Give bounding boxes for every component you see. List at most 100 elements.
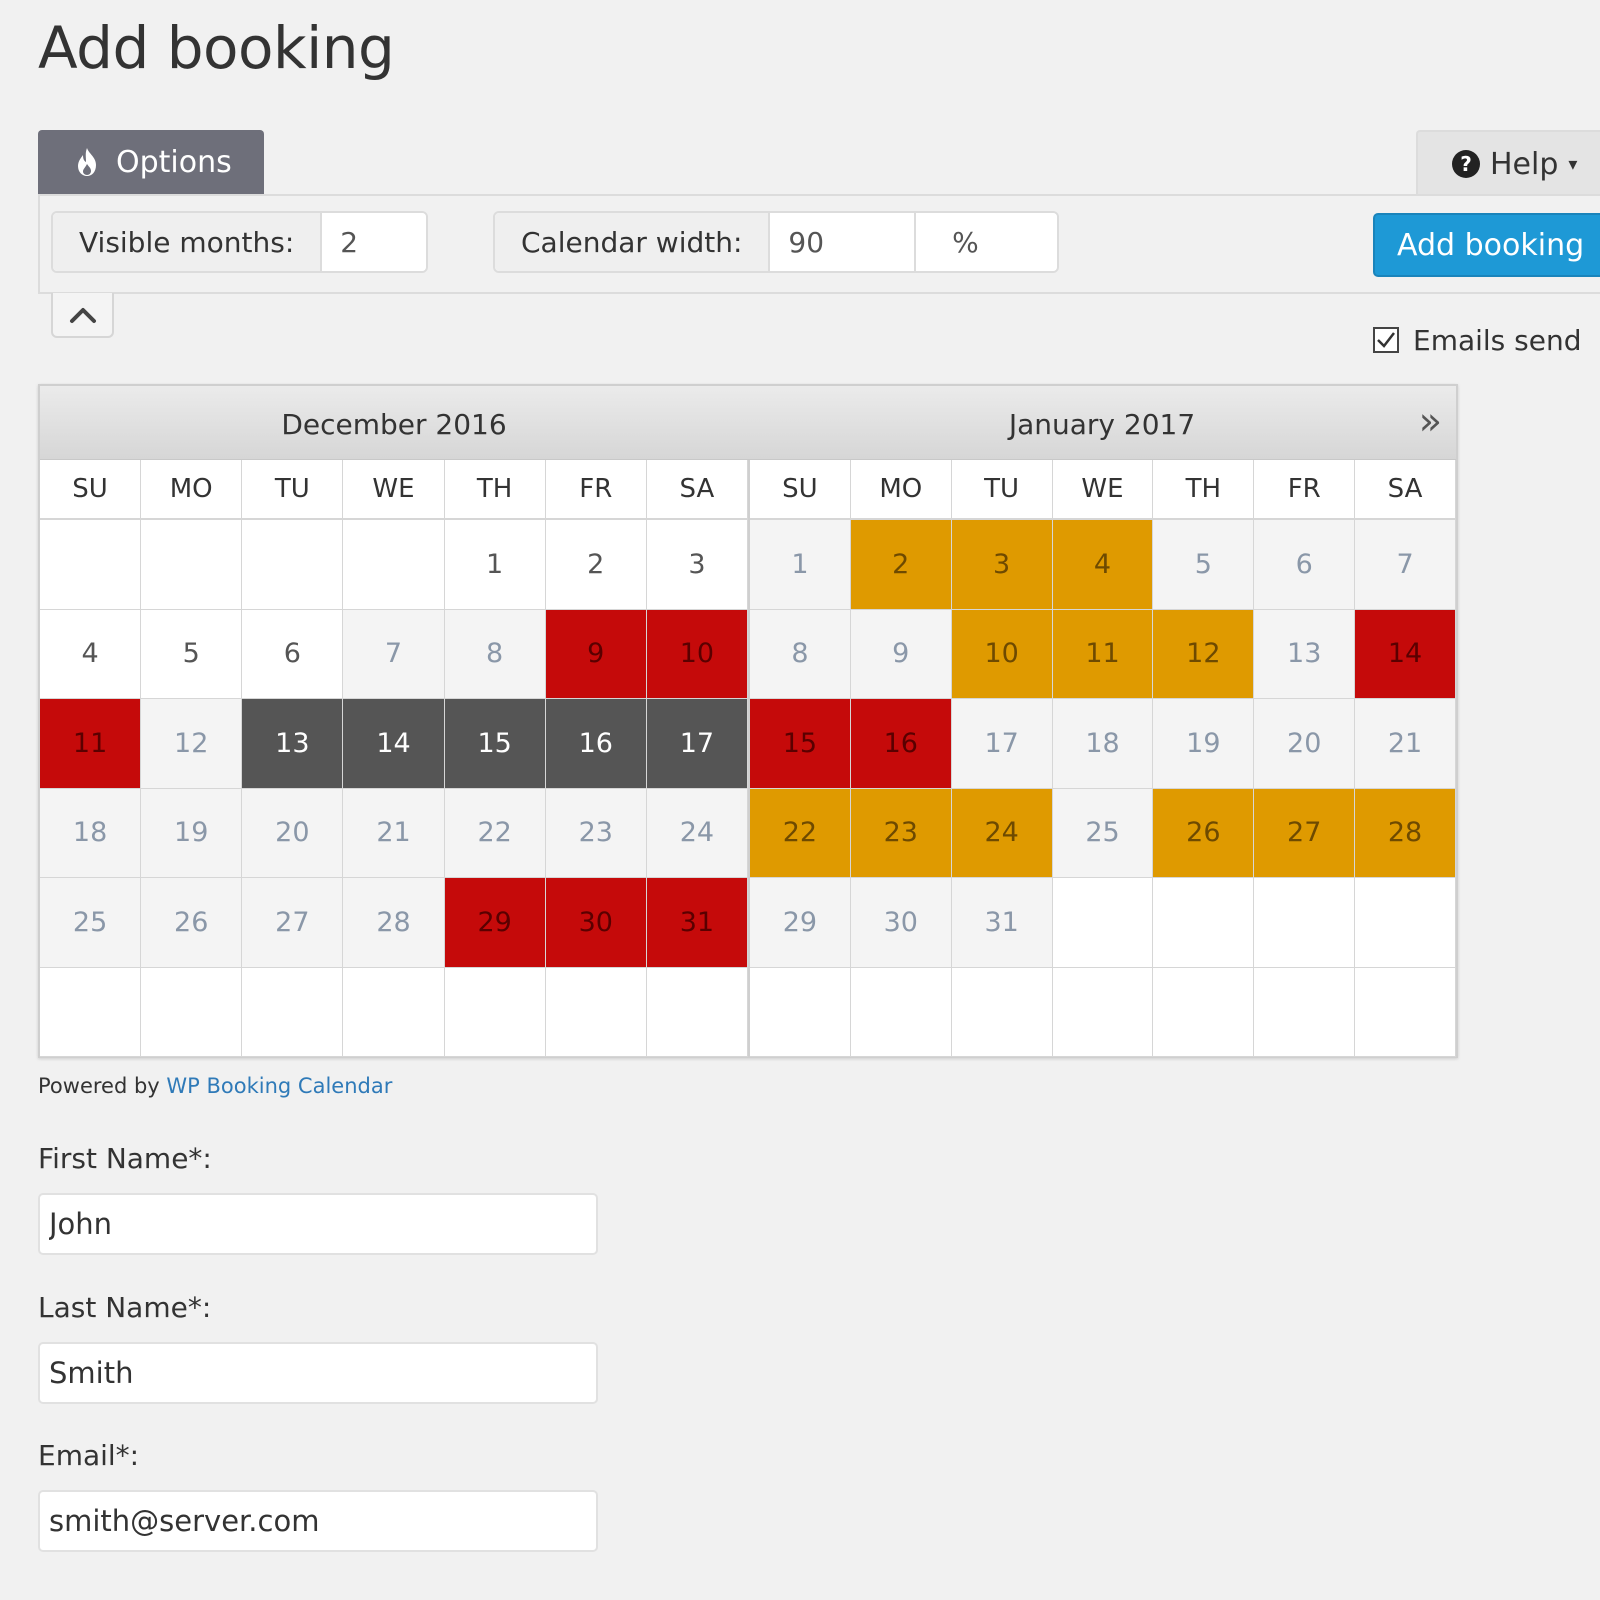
calendar-day-unavail: 1 <box>750 520 851 610</box>
calendar-day-unavail: 27 <box>242 878 344 968</box>
double-chevron-right-icon[interactable]: » <box>1419 402 1442 440</box>
email-label: Email*: <box>38 1439 140 1472</box>
first-name-input[interactable] <box>38 1193 598 1255</box>
calendar-day-pending: 4 <box>1052 520 1154 610</box>
calendar-day-pending: 27 <box>1254 788 1356 878</box>
calendar-day-avail[interactable]: 5 <box>141 609 243 699</box>
calendar-width-group: Calendar width: 90 % <box>493 211 1059 273</box>
calendar-day-unavail: 8 <box>444 609 546 699</box>
calendar-day-booked: 31 <box>646 878 748 968</box>
calendar-empty-cell <box>1052 967 1154 1057</box>
weekday-header: SU <box>750 460 851 520</box>
calendar-day-unavail: 5 <box>1153 520 1255 610</box>
add-booking-button[interactable]: Add booking <box>1373 213 1600 277</box>
calendar-empty-cell <box>141 967 243 1057</box>
weekday-header: SA <box>1355 460 1456 520</box>
calendar-day-unavail: 30 <box>850 878 952 968</box>
page-title: Add booking <box>38 14 395 82</box>
weekday-header: TH <box>444 460 546 520</box>
calendar-day-selected: 16 <box>545 699 647 789</box>
calendar-day-unavail: 24 <box>646 788 748 878</box>
last-name-input[interactable] <box>38 1342 598 1404</box>
calendar-day-selected: 17 <box>646 699 748 789</box>
calendar-day-unavail: 21 <box>1355 699 1456 789</box>
calendar-day-pending: 23 <box>850 788 952 878</box>
calendar-day-unavail: 25 <box>1052 788 1154 878</box>
weekday-header: MO <box>850 460 952 520</box>
calendar-day-unavail: 13 <box>1254 609 1356 699</box>
calendar-day-booked: 9 <box>545 609 647 699</box>
calendar-empty-cell <box>545 967 647 1057</box>
calendar-day-unavail: 7 <box>1355 520 1456 610</box>
calendar-day-pending: 10 <box>951 609 1053 699</box>
calendar-day-pending: 2 <box>850 520 952 610</box>
calendar-empty-cell <box>750 967 851 1057</box>
calendar-day-unavail: 20 <box>242 788 344 878</box>
weekday-header: TH <box>1153 460 1255 520</box>
calendar-day-unavail: 7 <box>343 609 445 699</box>
last-name-label: Last Name*: <box>38 1291 212 1324</box>
calendar-empty-cell <box>1052 878 1154 968</box>
weekday-header: SU <box>40 460 142 520</box>
calendar-width-unit-select[interactable]: % <box>914 213 1057 271</box>
calendar-day-unavail: 25 <box>40 878 142 968</box>
calendar-day-unavail: 17 <box>951 699 1053 789</box>
weekday-header: TU <box>951 460 1053 520</box>
calendar-empty-cell <box>242 520 344 610</box>
month-grid-december: SU MO TU WE TH FR SA 1 2 3 4 5 6 7 8 9 10 11 12 13 14 15 16 17 1… <box>40 460 748 1057</box>
fire-icon <box>78 148 96 176</box>
calendar-header: December 2016 January 2017 » <box>40 386 1456 460</box>
calendar-empty-cell <box>951 967 1053 1057</box>
month-title-january: January 2017 <box>1008 408 1196 441</box>
calendar-day-unavail: 23 <box>545 788 647 878</box>
calendar-day-unavail: 19 <box>1153 699 1255 789</box>
calendar-day-avail[interactable]: 3 <box>646 520 748 610</box>
calendar-empty-cell <box>40 520 142 610</box>
calendar-empty-cell <box>1355 878 1456 968</box>
calendar-day-pending: 24 <box>951 788 1053 878</box>
email-input[interactable] <box>38 1490 598 1552</box>
visible-months-select[interactable]: 2 <box>322 213 426 271</box>
calendar-day-pending: 11 <box>1052 609 1154 699</box>
calendar-day-booked: 11 <box>40 699 142 789</box>
booking-calendar: December 2016 January 2017 » SU MO TU WE TH F… <box>38 384 1458 1058</box>
calendar-day-unavail: 21 <box>343 788 445 878</box>
calendar-empty-cell <box>343 520 445 610</box>
calendar-day-unavail: 6 <box>1254 520 1356 610</box>
calendar-width-input[interactable]: 90 <box>770 213 915 271</box>
chevron-up-icon <box>69 307 96 323</box>
calendar-day-unavail: 8 <box>750 609 851 699</box>
weekday-header: FR <box>1254 460 1356 520</box>
calendar-day-unavail: 20 <box>1254 699 1356 789</box>
powered-by: Powered by WP Booking Calendar <box>38 1074 392 1098</box>
tab-help[interactable]: ? Help ▾ <box>1416 130 1600 196</box>
caret-down-icon: ▾ <box>1568 153 1578 175</box>
tab-options[interactable]: Options <box>38 130 264 194</box>
collapse-options-button[interactable] <box>51 293 114 338</box>
weekday-header: SA <box>646 460 748 520</box>
calendar-day-booked: 16 <box>850 699 952 789</box>
calendar-day-avail[interactable]: 1 <box>444 520 546 610</box>
calendar-day-booked: 29 <box>444 878 546 968</box>
checkmark-icon <box>1377 332 1395 348</box>
weekday-header: TU <box>242 460 344 520</box>
calendar-day-avail[interactable]: 2 <box>545 520 647 610</box>
calendar-day-avail[interactable]: 6 <box>242 609 344 699</box>
calendar-empty-cell <box>850 967 952 1057</box>
calendar-day-pending: 22 <box>750 788 851 878</box>
calendar-day-pending: 26 <box>1153 788 1255 878</box>
calendar-day-avail[interactable]: 4 <box>40 609 142 699</box>
calendar-day-pending: 3 <box>951 520 1053 610</box>
calendar-day-selected: 14 <box>343 699 445 789</box>
month-grid-january: SU MO TU WE TH FR SA 1 2 3 4 5 6 7 8 9 10 11 12 13 14 15 16 17 1… <box>748 460 1456 1057</box>
calendar-empty-cell <box>444 967 546 1057</box>
calendar-day-unavail: 28 <box>343 878 445 968</box>
calendar-day-pending: 28 <box>1355 788 1456 878</box>
calendar-day-booked: 14 <box>1355 609 1456 699</box>
powered-by-link[interactable]: WP Booking Calendar <box>166 1074 392 1098</box>
calendar-empty-cell <box>141 520 243 610</box>
weekday-header: FR <box>545 460 647 520</box>
calendar-day-unavail: 31 <box>951 878 1053 968</box>
first-name-label: First Name*: <box>38 1142 212 1175</box>
emails-send-checkbox[interactable] <box>1373 327 1399 353</box>
